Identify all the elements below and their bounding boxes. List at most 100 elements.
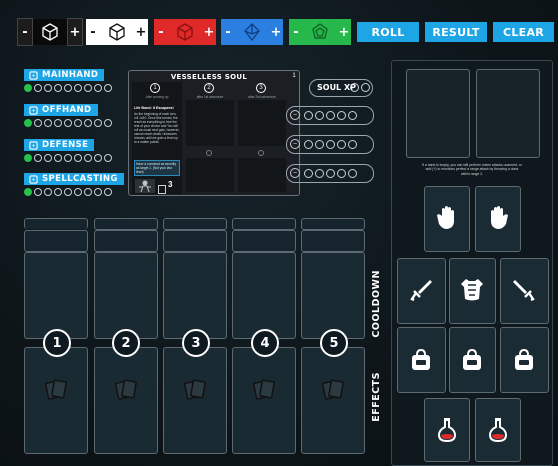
skill-pip[interactable] bbox=[74, 188, 82, 196]
soul-pip[interactable] bbox=[326, 111, 335, 120]
increase-blue-die-button[interactable]: + bbox=[269, 19, 283, 45]
skill-pip[interactable] bbox=[44, 188, 52, 196]
minus-circle-icon[interactable]: − bbox=[290, 139, 300, 149]
result-button[interactable]: RESULT bbox=[425, 22, 487, 42]
soul-pip[interactable] bbox=[304, 111, 313, 120]
card-stack-slot[interactable] bbox=[301, 230, 365, 252]
cooldown-slot-3[interactable] bbox=[163, 252, 227, 339]
skill-pip[interactable] bbox=[24, 119, 32, 127]
skill-pip[interactable] bbox=[64, 84, 72, 92]
card-stack-slot[interactable] bbox=[232, 230, 296, 252]
skill-pip[interactable] bbox=[54, 84, 62, 92]
left-hand-slot[interactable] bbox=[424, 186, 470, 252]
skill-pip[interactable] bbox=[84, 84, 92, 92]
skill-pip[interactable] bbox=[54, 154, 62, 162]
character-slot-left[interactable] bbox=[406, 69, 470, 158]
soul-pip[interactable] bbox=[348, 140, 357, 149]
card-stack-slot[interactable] bbox=[163, 230, 227, 252]
skill-pip[interactable] bbox=[44, 119, 52, 127]
card-stack-slot[interactable] bbox=[94, 230, 158, 252]
skill-pip[interactable] bbox=[84, 188, 92, 196]
effects-slot-3[interactable] bbox=[163, 347, 227, 454]
skill-pip[interactable] bbox=[24, 188, 32, 196]
decrease-green-die-button[interactable]: - bbox=[289, 19, 303, 45]
skill-defense-track[interactable] bbox=[24, 154, 113, 164]
skill-pip[interactable] bbox=[94, 188, 102, 196]
skill-pip[interactable] bbox=[64, 188, 72, 196]
character-card[interactable]: VESSELLESS SOUL 1 1 After pruning up Lif… bbox=[128, 70, 300, 196]
armor-slot[interactable] bbox=[449, 258, 496, 324]
soul-pip[interactable] bbox=[348, 169, 357, 178]
increase-white-die-button[interactable]: + bbox=[134, 19, 148, 45]
soul-pip[interactable] bbox=[348, 111, 357, 120]
skill-pip[interactable] bbox=[74, 84, 82, 92]
soul-xp-row-2[interactable]: − bbox=[286, 135, 374, 154]
soul-pip[interactable] bbox=[337, 111, 346, 120]
effects-slot-2[interactable] bbox=[94, 347, 158, 454]
character-slot-right[interactable] bbox=[476, 69, 540, 158]
cooldown-slot-5[interactable] bbox=[301, 252, 365, 339]
soul-pip[interactable] bbox=[315, 111, 324, 120]
mainhand-weapon-slot[interactable] bbox=[397, 258, 446, 324]
increase-black-die-button[interactable]: + bbox=[67, 18, 83, 46]
skill-pip[interactable] bbox=[54, 188, 62, 196]
soul-pip[interactable] bbox=[304, 140, 313, 149]
decrease-white-die-button[interactable]: - bbox=[86, 19, 100, 45]
skill-pip[interactable] bbox=[34, 188, 42, 196]
clear-button[interactable]: CLEAR bbox=[493, 22, 554, 42]
minus-circle-icon[interactable]: − bbox=[290, 168, 300, 178]
soul-xp-row-1[interactable]: − bbox=[286, 106, 374, 125]
skill-pip[interactable] bbox=[34, 119, 42, 127]
skill-pip[interactable] bbox=[34, 84, 42, 92]
right-hand-slot[interactable] bbox=[475, 186, 521, 252]
soul-xp-row-3[interactable]: − bbox=[286, 164, 374, 183]
skill-pip[interactable] bbox=[94, 84, 102, 92]
skill-pip[interactable] bbox=[44, 154, 52, 162]
skill-pip[interactable] bbox=[24, 84, 32, 92]
card-stack-slot[interactable] bbox=[163, 218, 227, 230]
effects-slot-5[interactable] bbox=[301, 347, 365, 454]
skill-pip[interactable] bbox=[104, 188, 112, 196]
skill-pip[interactable] bbox=[74, 154, 82, 162]
skill-spellcasting-track[interactable] bbox=[24, 188, 113, 198]
soul-xp-tracker[interactable]: SOUL XP bbox=[309, 79, 373, 97]
soul-xp-pip[interactable] bbox=[361, 83, 370, 92]
soul-xp-pip[interactable] bbox=[350, 83, 359, 92]
potion-slot-2[interactable] bbox=[475, 398, 521, 462]
skill-pip[interactable] bbox=[74, 119, 82, 127]
cooldown-slot-2[interactable] bbox=[94, 252, 158, 339]
skill-pip[interactable] bbox=[104, 119, 112, 127]
skill-pip[interactable] bbox=[104, 154, 112, 162]
skill-pip[interactable] bbox=[94, 154, 102, 162]
soul-pip[interactable] bbox=[337, 140, 346, 149]
soul-pip[interactable] bbox=[326, 140, 335, 149]
skill-pip[interactable] bbox=[84, 119, 92, 127]
offhand-weapon-slot[interactable] bbox=[500, 258, 549, 324]
skill-pip[interactable] bbox=[44, 84, 52, 92]
cooldown-slot-4[interactable] bbox=[232, 252, 296, 339]
skill-pip[interactable] bbox=[24, 154, 32, 162]
minus-circle-icon[interactable]: − bbox=[290, 110, 300, 120]
decrease-blue-die-button[interactable]: - bbox=[221, 19, 235, 45]
skill-pip[interactable] bbox=[54, 119, 62, 127]
decrease-red-die-button[interactable]: - bbox=[154, 19, 168, 45]
card-stack-slot[interactable] bbox=[94, 218, 158, 230]
cooldown-slot-1[interactable] bbox=[24, 252, 88, 339]
backpack-slot-3[interactable] bbox=[500, 327, 549, 393]
card-stack-slot[interactable] bbox=[24, 230, 88, 252]
skill-pip[interactable] bbox=[104, 84, 112, 92]
card-stack-slot[interactable] bbox=[301, 218, 365, 230]
roll-button[interactable]: ROLL bbox=[357, 22, 419, 42]
potion-slot-1[interactable] bbox=[424, 398, 470, 462]
skill-pip[interactable] bbox=[64, 119, 72, 127]
effects-slot-1[interactable] bbox=[24, 347, 88, 454]
backpack-slot-2[interactable] bbox=[449, 327, 496, 393]
soul-pip[interactable] bbox=[337, 169, 346, 178]
skill-mainhand-track[interactable] bbox=[24, 84, 113, 94]
card-stack-slot[interactable] bbox=[232, 218, 296, 230]
soul-pip[interactable] bbox=[326, 169, 335, 178]
soul-pip[interactable] bbox=[304, 169, 313, 178]
soul-pip[interactable] bbox=[315, 140, 324, 149]
increase-red-die-button[interactable]: + bbox=[202, 19, 216, 45]
skill-pip[interactable] bbox=[64, 154, 72, 162]
